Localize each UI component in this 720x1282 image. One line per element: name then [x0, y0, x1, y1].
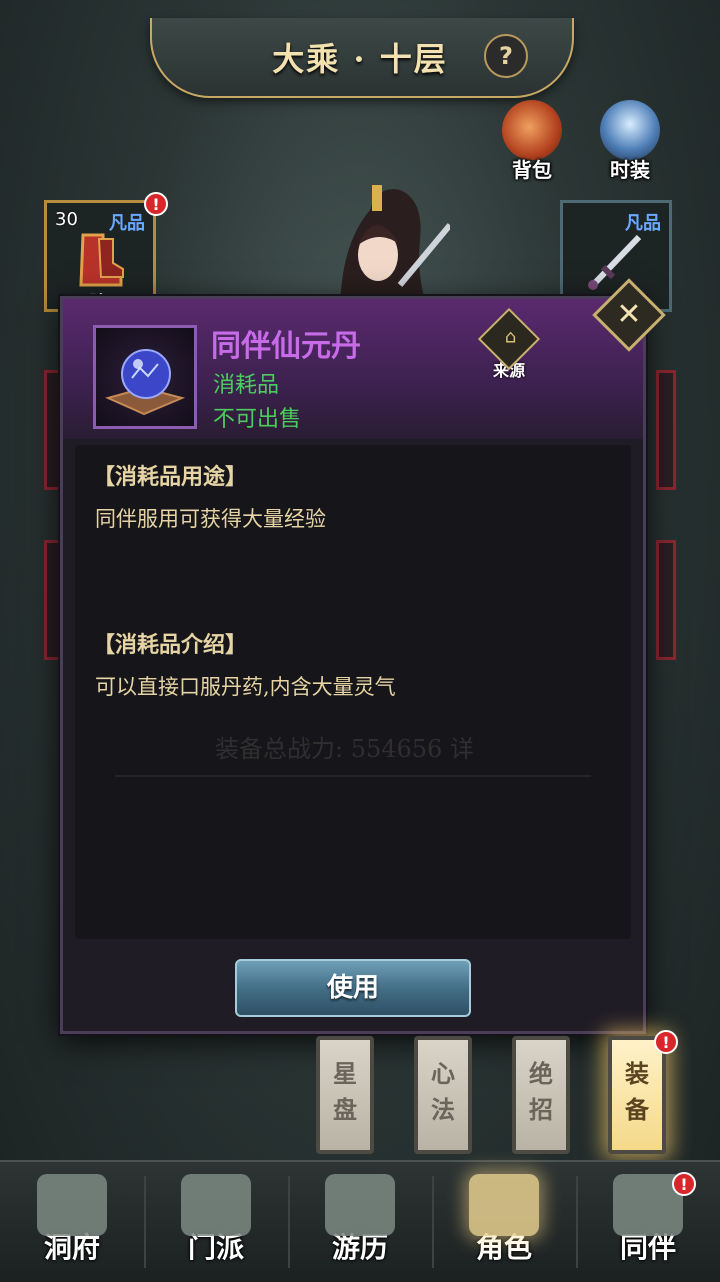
item-type: 消耗品 [213, 373, 280, 398]
nav-item-character[interactable]: 角色 [432, 1162, 576, 1282]
nav-item-companion[interactable]: 同伴 [576, 1162, 720, 1282]
elixir-orb-icon [105, 349, 186, 416]
outfit-icon [600, 100, 660, 160]
tab-label-top: 星 [333, 1059, 357, 1088]
item-sell-status: 不可出售 [213, 407, 302, 432]
usage-text: 同伴服用可获得大量经验 [95, 507, 326, 531]
usage-section-title: 【消耗品用途】 [93, 464, 248, 490]
use-button[interactable]: 使用 [235, 959, 471, 1017]
tab-heart-method[interactable]: 心 法 [414, 1036, 472, 1154]
help-button[interactable]: ? [484, 34, 528, 78]
bag-button[interactable]: 背包 [492, 100, 572, 190]
close-icon: ✕ [616, 297, 642, 332]
banner-icon [181, 1174, 251, 1236]
alert-badge: ! [672, 1172, 696, 1196]
realm-title: 大乘 · 十层 [272, 40, 448, 78]
item-detail-popup: 同伴仙元丹 消耗品 不可出售 ⌂ 来源 ✕ 【消耗品用途】 同伴服用可获得大量经… [60, 278, 666, 1034]
tab-label-top: 心 [431, 1059, 455, 1088]
bag-icon [502, 100, 562, 160]
item-icon-frame [93, 325, 197, 429]
background-power-text: 装备总战力: 554656 详 [215, 735, 474, 763]
tab-label-bottom: 盘 [333, 1095, 357, 1124]
bag-label: 背包 [512, 158, 552, 182]
nav-item-travel[interactable]: 游历 [288, 1162, 432, 1282]
background-divider [115, 775, 591, 777]
outfit-button[interactable]: 时装 [590, 100, 670, 190]
boots-icon [79, 233, 124, 287]
nav-item-cave[interactable]: 洞府 [0, 1162, 144, 1282]
alert-badge: ! [144, 192, 168, 216]
tab-label-bottom: 招 [529, 1095, 553, 1124]
intro-text: 可以直接口服丹药,内含大量灵气 [95, 675, 396, 699]
tab-label-bottom: 法 [431, 1095, 455, 1124]
castle-icon [325, 1174, 395, 1236]
mountain-icon [37, 1174, 107, 1236]
tab-label-top: 绝 [529, 1059, 553, 1088]
tab-label-top: 装 [625, 1059, 649, 1088]
outfit-label: 时装 [610, 158, 650, 182]
bottom-nav: 洞府 门派 游历 角色 同伴 ! [0, 1160, 720, 1282]
equipment-slot-right-2[interactable] [656, 370, 676, 490]
description-panel: 【消耗品用途】 同伴服用可获得大量经验 【消耗品介绍】 可以直接口服丹药,内含大… [75, 445, 631, 939]
tab-label-bottom: 备 [625, 1095, 649, 1124]
slot-level: 30 [55, 209, 78, 230]
tab-star-chart[interactable]: 星 盘 [316, 1036, 374, 1154]
tab-equipment[interactable]: 装 备 [608, 1036, 666, 1154]
alert-badge: ! [654, 1030, 678, 1054]
tab-ultimate-skill[interactable]: 绝 招 [512, 1036, 570, 1154]
equipment-slot-right-3[interactable] [656, 540, 676, 660]
helmet-icon [469, 1174, 539, 1236]
source-button[interactable]: ⌂ 来源 [477, 307, 541, 380]
nav-item-sect[interactable]: 门派 [144, 1162, 288, 1282]
character-portrait [340, 185, 450, 315]
item-name: 同伴仙元丹 [211, 329, 361, 364]
intro-section-title: 【消耗品介绍】 [93, 632, 248, 658]
sword-icon [588, 234, 642, 290]
